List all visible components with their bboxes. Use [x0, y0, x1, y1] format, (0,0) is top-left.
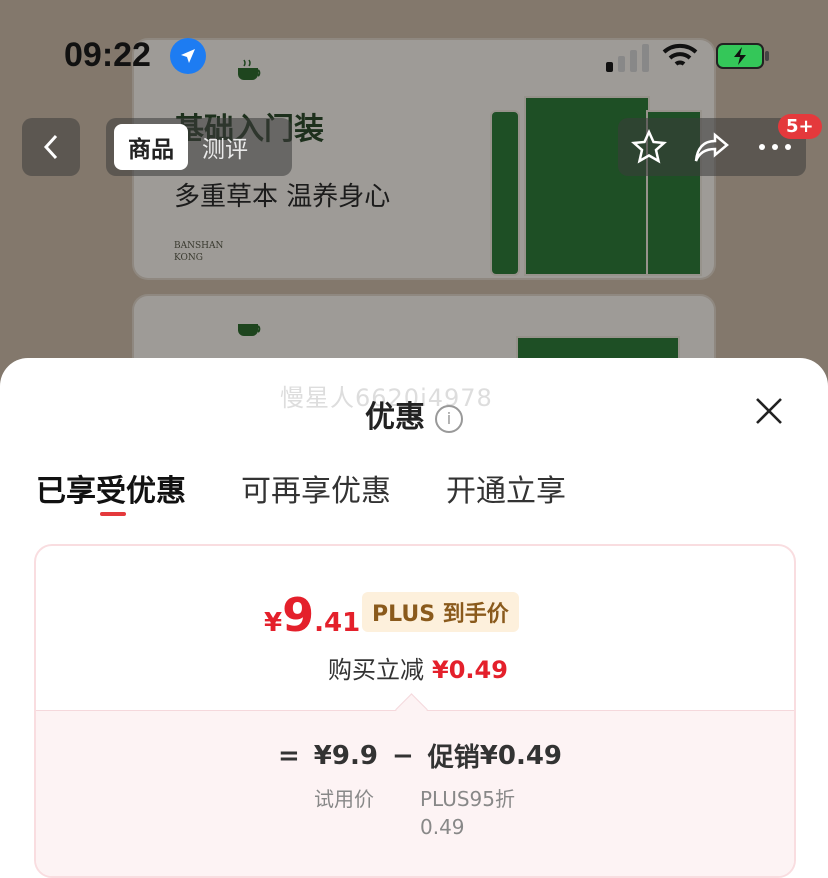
chevron-left-icon: [43, 134, 58, 160]
discount-bottom-sheet: 慢星人6620i4978 优惠 i 已享受优惠 可再享优惠 开通立享 ¥ 9 .4…: [0, 358, 828, 878]
info-icon[interactable]: i: [435, 404, 463, 433]
promo-caption: PLUS95折 0.49: [420, 787, 515, 839]
more-icon[interactable]: [757, 141, 793, 153]
cellular-signal-icon: [606, 44, 649, 72]
plus-price-tag: PLUS 到手价: [362, 592, 519, 632]
instant-reduction: 购买立减 ¥0.49: [328, 656, 508, 684]
status-time: 09:22: [64, 36, 151, 74]
status-bar: 09:22: [0, 28, 828, 88]
final-price: ¥ 9 .41: [264, 588, 361, 642]
message-count-badge: 5+: [778, 114, 822, 139]
star-icon[interactable]: [631, 129, 667, 165]
tab-more-discounts[interactable]: 可再享优惠: [241, 466, 391, 510]
price-formula: = ¥9.9 − 促销 ¥0.49: [278, 740, 563, 774]
price-formula-section: = ¥9.9 − 促销 ¥0.49 试用价 PLUS95折 0.49: [36, 710, 794, 876]
location-arrow-icon: [170, 38, 206, 74]
wifi-icon: [662, 43, 698, 66]
tab-enjoyed-discounts[interactable]: 已享受优惠: [36, 466, 186, 516]
back-button[interactable]: [22, 118, 80, 176]
base-price-caption: 试用价: [314, 787, 374, 811]
sheet-title: 优惠 i: [0, 392, 828, 436]
tab-review[interactable]: 测评: [188, 124, 262, 170]
discount-tabs: 已享受优惠 可再享优惠 开通立享: [36, 466, 621, 516]
tab-activate-discounts[interactable]: 开通立享: [446, 466, 566, 510]
price-breakdown-card: ¥ 9 .41 PLUS 到手价 购买立减 ¥0.49 = ¥9.9 − 促销 ¥…: [34, 544, 796, 878]
tab-product[interactable]: 商品: [114, 124, 188, 170]
close-icon[interactable]: [754, 396, 784, 426]
share-icon[interactable]: [693, 131, 731, 163]
page-tabs: 商品 测评: [106, 118, 292, 176]
battery-charging-icon: [716, 43, 769, 69]
